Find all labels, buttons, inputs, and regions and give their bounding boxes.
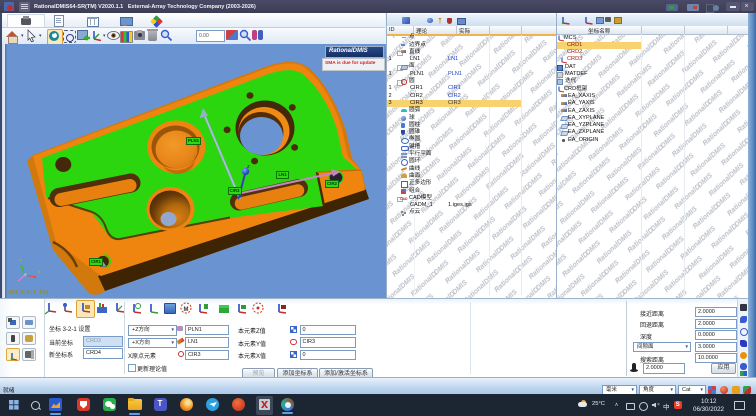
svg-text:z: z (247, 164, 250, 170)
svg-text:Y: Y (19, 258, 22, 263)
svg-text:423.3/0.4 fps: 423.3/0.4 fps (8, 290, 48, 296)
svg-text:M: M (184, 307, 189, 313)
svg-text:X: X (38, 270, 41, 275)
